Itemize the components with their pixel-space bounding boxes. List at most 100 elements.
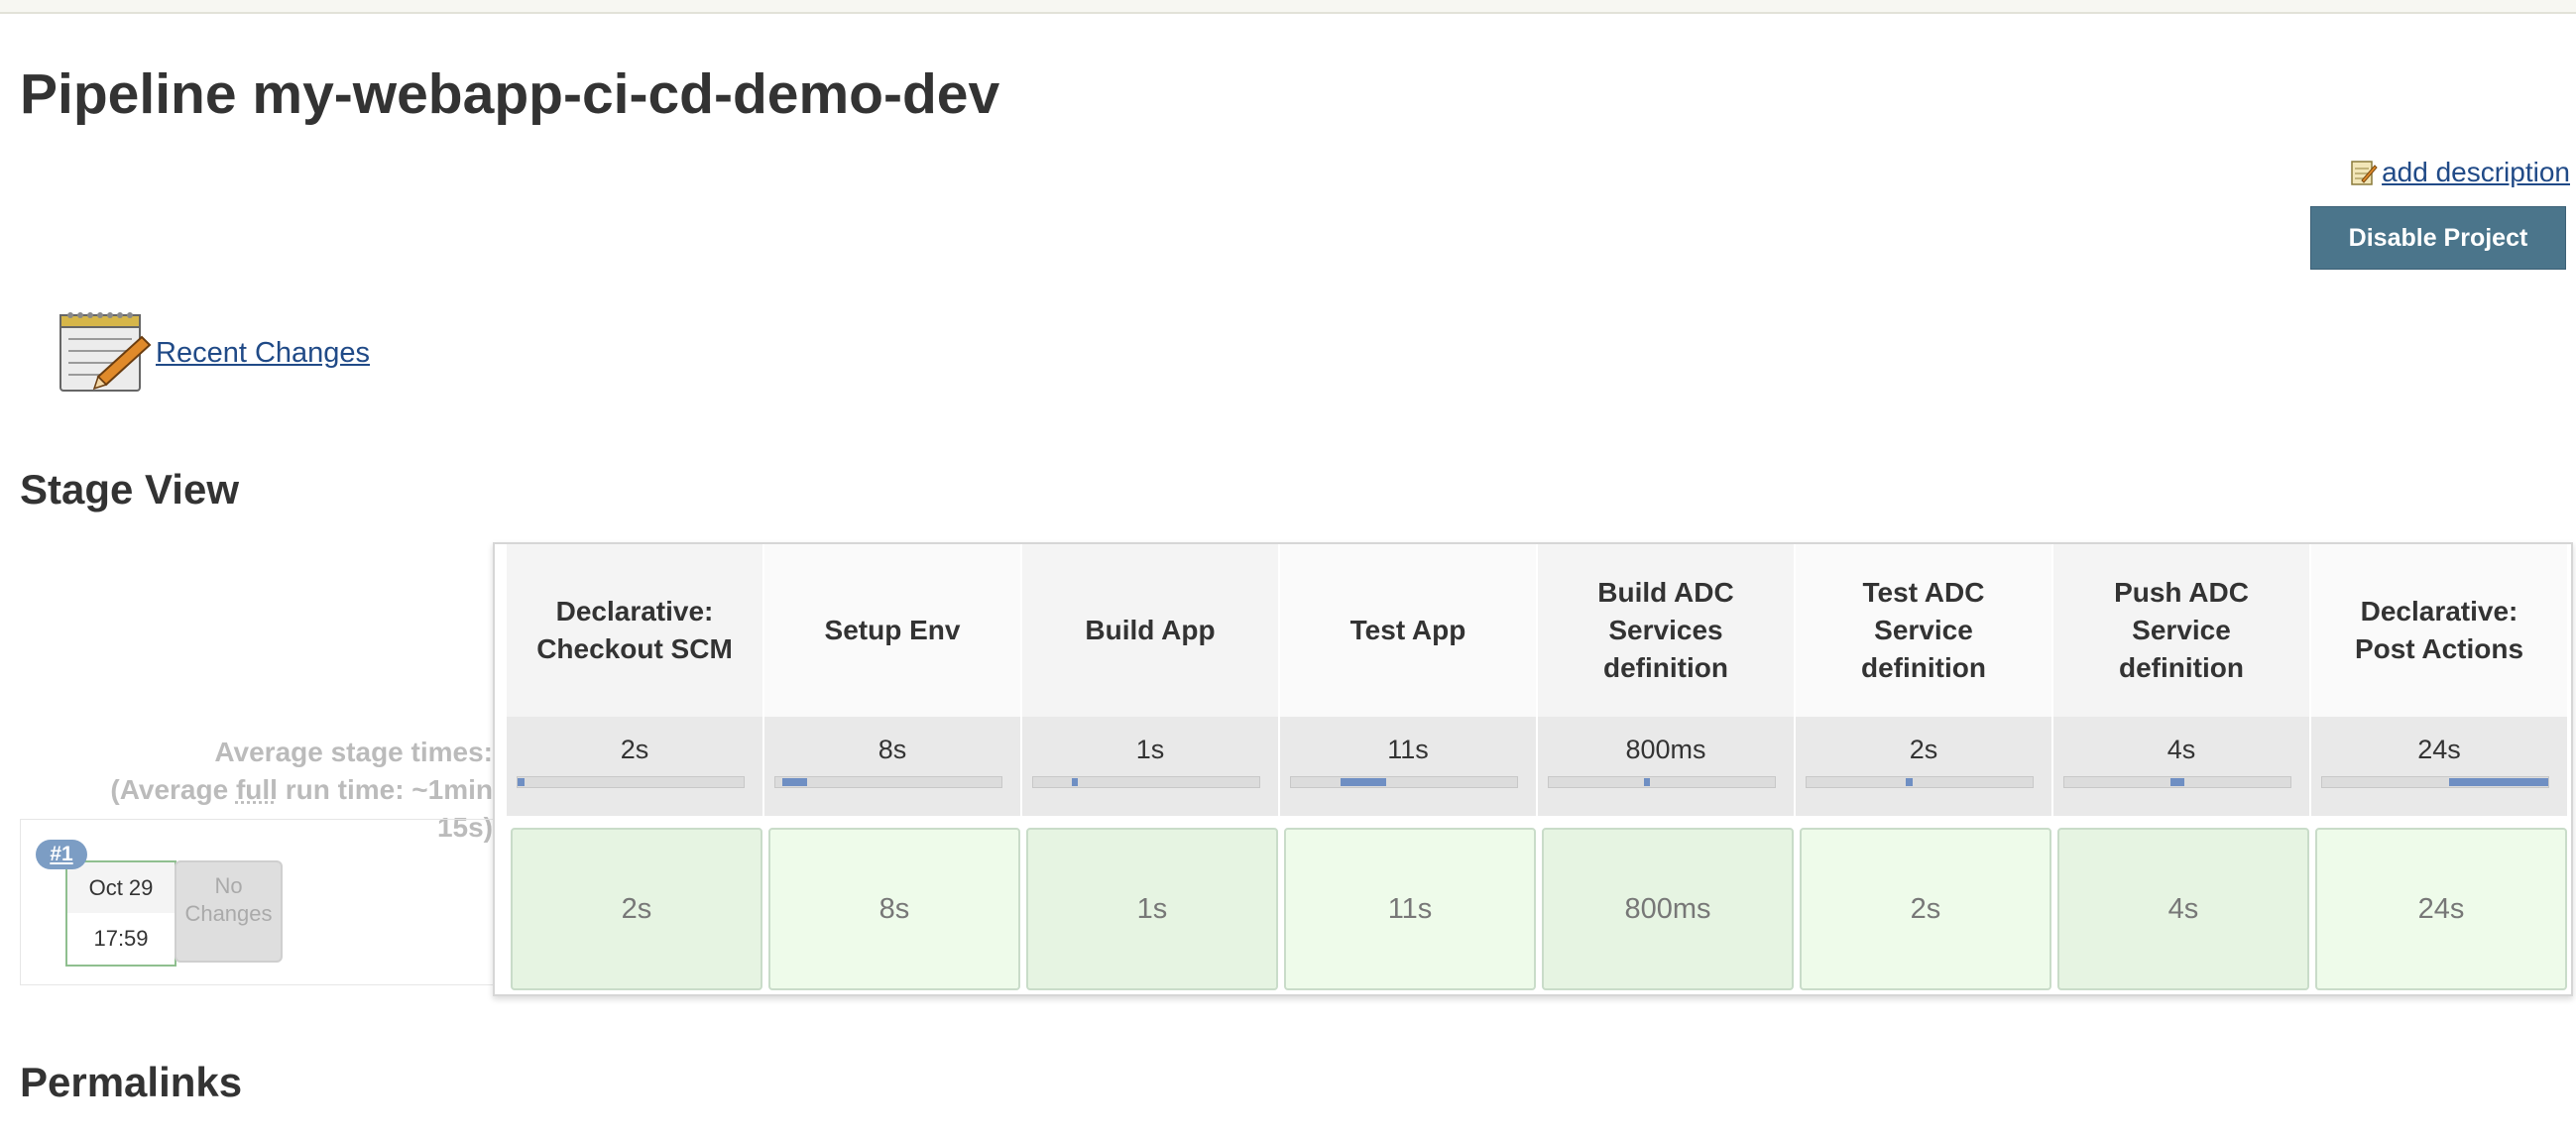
stage-name: Test App	[1350, 612, 1466, 649]
stage-duration-bar	[1806, 776, 2034, 788]
stage-header: Test ADC Service definition	[1796, 544, 2053, 717]
stage-name-line: Service	[2132, 615, 2231, 645]
stage-result-cell[interactable]: 11s	[1284, 828, 1536, 990]
stage-average: 2s	[1796, 717, 2053, 816]
stage-name: Test ADC Service definition	[1861, 574, 1986, 687]
stage-name: Declarative: Post Actions	[2355, 593, 2523, 668]
stage-column: Setup Env 8s 8s	[764, 544, 1022, 994]
avg-label-full: full	[235, 774, 278, 805]
add-description-link[interactable]: add description	[2350, 157, 2570, 188]
stage-duration-bar	[1290, 776, 1518, 788]
stage-average-time: 11s	[1387, 735, 1429, 764]
stage-average: 4s	[2053, 717, 2311, 816]
stage-name: Build App	[1085, 612, 1215, 649]
stage-name-line: Checkout SCM	[536, 633, 733, 664]
stage-result-cell[interactable]: 8s	[768, 828, 1020, 990]
disable-project-button[interactable]: Disable Project	[2310, 206, 2566, 270]
stage-average-time: 2s	[1909, 735, 1938, 764]
stage-result-duration: 2s	[1910, 892, 1941, 925]
stage-result-cell[interactable]: 2s	[1800, 828, 2051, 990]
stage-average: 2s	[507, 717, 764, 816]
stage-name-line: Build ADC	[1597, 577, 1734, 608]
no-changes-box: No Changes	[175, 860, 283, 963]
recent-changes-link[interactable]: Recent Changes	[156, 337, 370, 370]
stage-column: Test App 11s 11s	[1280, 544, 1538, 994]
stage-result-cell[interactable]: 2s	[511, 828, 762, 990]
stage-header: Declarative: Post Actions	[2311, 544, 2569, 717]
stage-name-line: Services	[1608, 615, 1723, 645]
stage-name: Push ADC Service definition	[2114, 574, 2249, 687]
avg-label-line2: (Average full run time: ~1min	[20, 771, 493, 809]
stage-result-duration: 8s	[878, 892, 910, 925]
build-number-badge[interactable]: #1	[36, 840, 87, 869]
stage-average-time: 2s	[620, 735, 649, 764]
stage-duration-fill	[2170, 778, 2184, 786]
stage-header: Push ADC Service definition	[2053, 544, 2311, 717]
stage-result-cell[interactable]: 24s	[2315, 828, 2567, 990]
stage-average: 24s	[2311, 717, 2569, 816]
stage-column: Declarative: Checkout SCM 2s 2s	[507, 544, 764, 994]
build-date-day: Oct 29	[67, 862, 175, 913]
build-date-time: 17:59	[93, 926, 149, 951]
stage-duration-bar	[517, 776, 745, 788]
stage-name: Build ADC Services definition	[1597, 574, 1733, 687]
stage-result-duration: 11s	[1387, 892, 1433, 925]
stage-column: Build ADC Services definition 800ms 800ms	[1538, 544, 1796, 994]
permalinks-heading: Permalinks	[20, 1059, 243, 1105]
stage-header: Declarative: Checkout SCM	[507, 544, 764, 717]
stage-view-heading: Stage View	[20, 466, 239, 513]
stage-name: Declarative: Checkout SCM	[536, 593, 733, 668]
stage-average: 800ms	[1538, 717, 1796, 816]
stage-name-line: Push ADC	[2114, 577, 2249, 608]
stage-duration-bar	[2063, 776, 2291, 788]
stage-name-line: definition	[1861, 652, 1986, 683]
stage-result-cell[interactable]: 1s	[1026, 828, 1278, 990]
stage-name: Setup Env	[825, 612, 961, 649]
stage-duration-fill	[1644, 778, 1650, 786]
stage-result-duration: 4s	[2167, 892, 2199, 925]
stage-result-duration: 800ms	[1624, 892, 1711, 925]
stage-header: Build ADC Services definition	[1538, 544, 1796, 717]
stage-duration-fill	[1341, 778, 1386, 786]
avg-label-line1: Average stage times:	[214, 737, 493, 767]
stage-average-time: 24s	[2417, 735, 2461, 764]
stage-name-line: Setup Env	[824, 615, 961, 645]
stage-name-line: Post Actions	[2354, 633, 2524, 664]
stage-name-line: Test App	[1349, 615, 1466, 645]
stage-name-line: Build App	[1085, 615, 1216, 645]
stage-result-duration: 1s	[1136, 892, 1168, 925]
stage-average-time: 8s	[878, 735, 907, 764]
avg-label-prefix: (Average	[110, 774, 236, 805]
stage-column: Build App 1s 1s	[1022, 544, 1280, 994]
stage-duration-fill	[1906, 778, 1913, 786]
stage-average-time: 4s	[2166, 735, 2196, 764]
stage-column: Declarative: Post Actions 24s 24s	[2311, 544, 2569, 994]
stage-duration-fill	[518, 778, 525, 786]
add-description-label[interactable]: add description	[2382, 157, 2570, 188]
stage-header: Setup Env	[764, 544, 1022, 717]
stage-duration-bar	[774, 776, 1002, 788]
page-title: Pipeline my-webapp-ci-cd-demo-dev	[20, 62, 1000, 126]
stage-duration-bar	[2321, 776, 2549, 788]
stage-result-cell[interactable]: 800ms	[1542, 828, 1794, 990]
no-changes-line1: No	[214, 873, 243, 898]
no-changes-line2: Changes	[184, 901, 273, 926]
avg-label-suffix: run time: ~1min	[277, 774, 493, 805]
stage-average: 1s	[1022, 717, 1280, 816]
stage-average-time: 800ms	[1625, 735, 1706, 764]
stage-header: Build App	[1022, 544, 1280, 717]
recent-changes: Recent Changes	[57, 307, 370, 399]
stage-duration-bar	[1032, 776, 1260, 788]
stage-average-time: 1s	[1135, 735, 1165, 764]
stage-average: 8s	[764, 717, 1022, 816]
stage-duration-fill	[2449, 778, 2548, 786]
stage-average: 11s	[1280, 717, 1538, 816]
build-date[interactable]: Oct 29 17:59	[65, 860, 176, 967]
stage-result-duration: 2s	[621, 892, 652, 925]
stage-result-duration: 24s	[2417, 892, 2465, 925]
stage-result-cell[interactable]: 4s	[2057, 828, 2309, 990]
stage-name-line: Test ADC	[1862, 577, 1985, 608]
stage-name-line: definition	[2119, 652, 2244, 683]
stage-duration-bar	[1548, 776, 1776, 788]
top-bar	[0, 0, 2576, 14]
